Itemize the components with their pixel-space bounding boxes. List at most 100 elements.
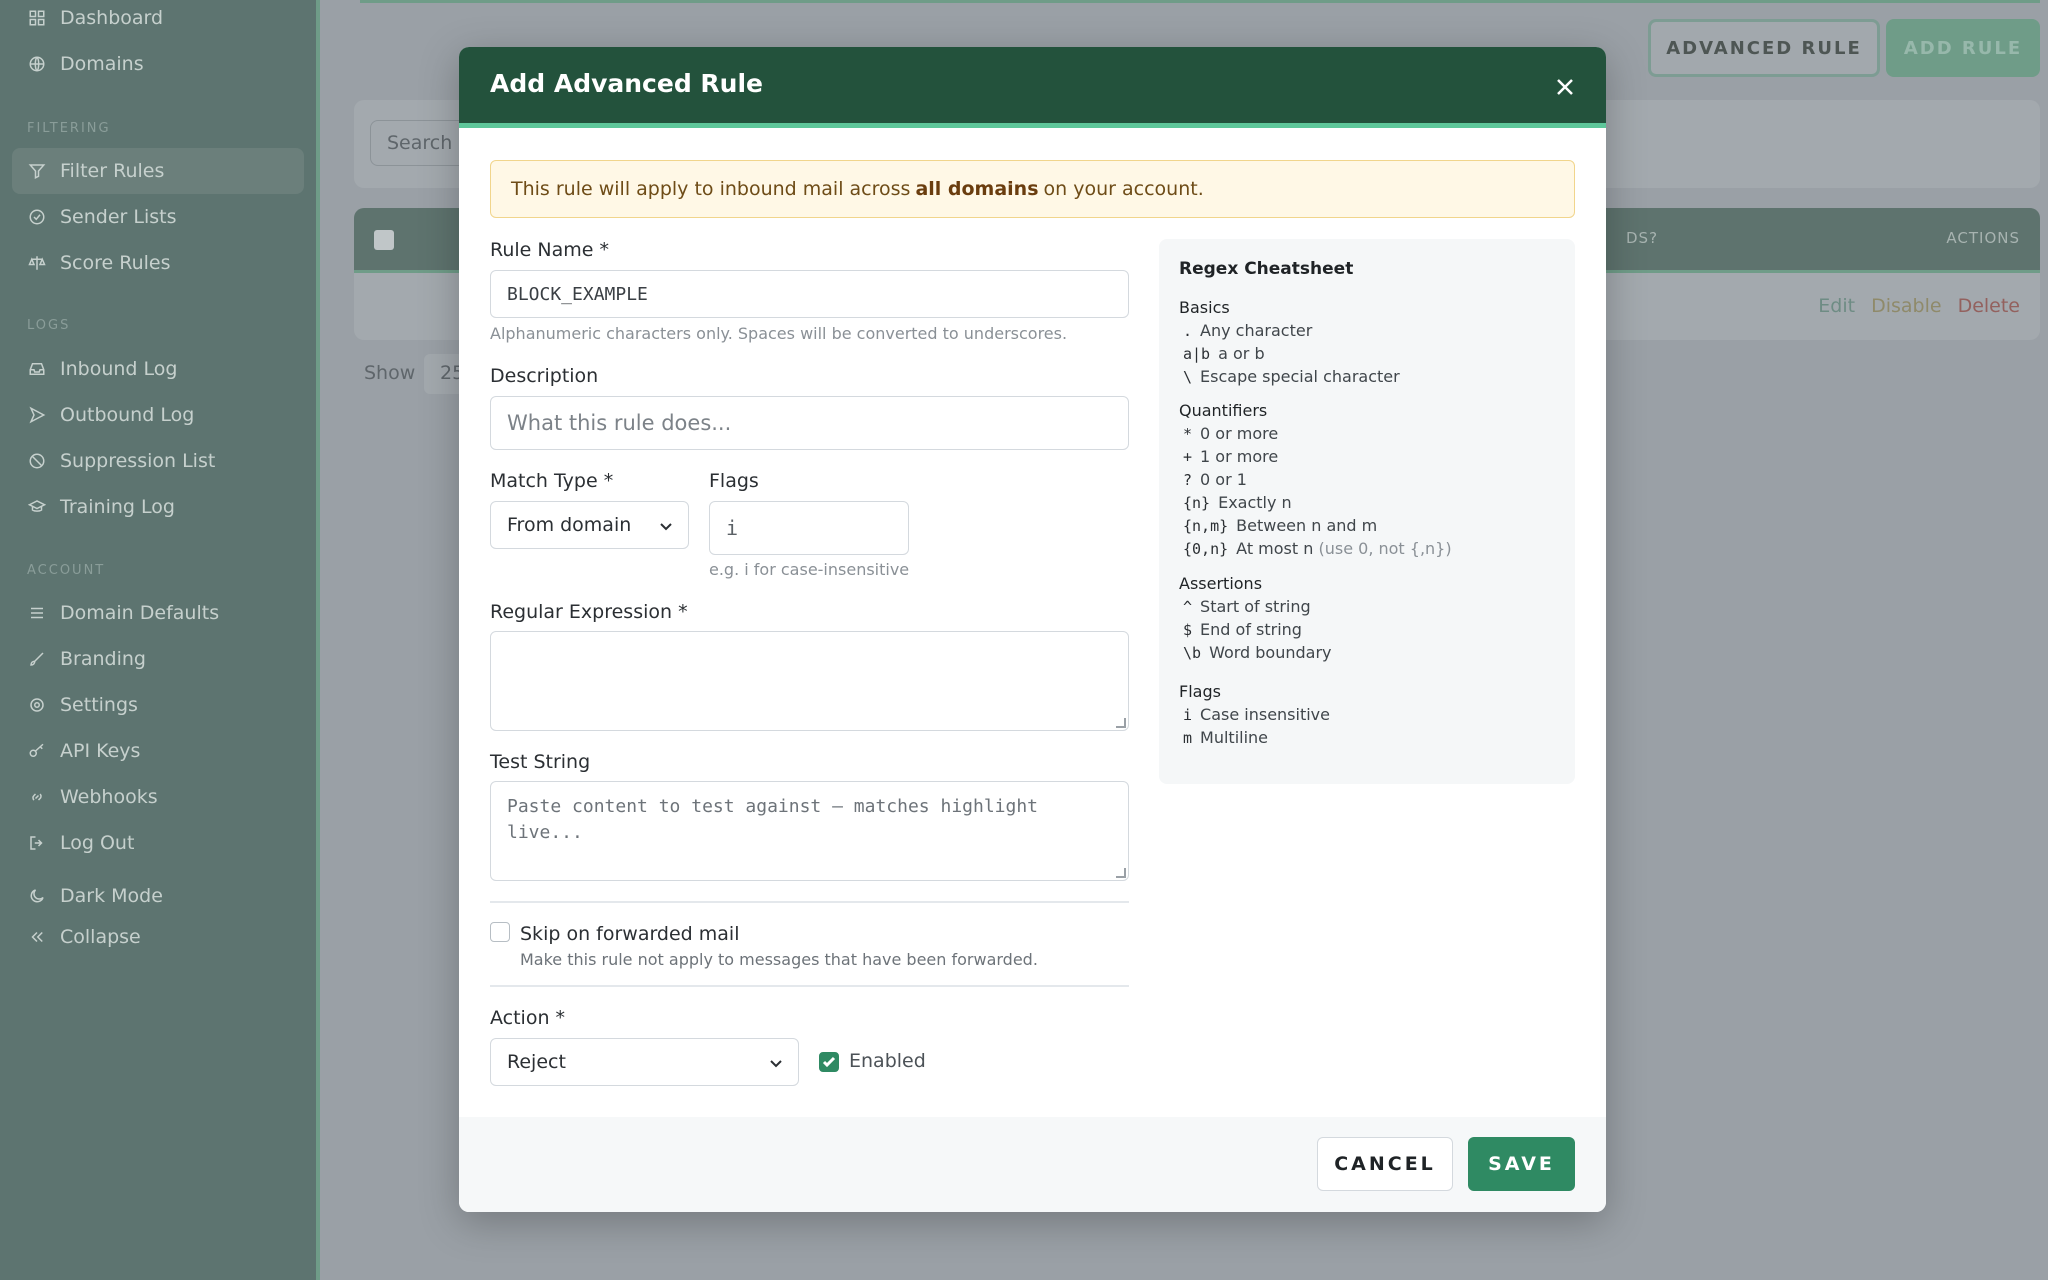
sidebar-section-filtering: FILTERING [27, 121, 111, 136]
sidebar-item-webhooks[interactable]: Webhooks [12, 774, 304, 820]
rule-name-input[interactable]: BLOCK_EXAMPLE [490, 270, 1129, 318]
sidebar-item-log-out[interactable]: Log Out [12, 820, 304, 866]
sidebar-item-label: Score Rules [60, 252, 171, 274]
action-select[interactable]: Reject [490, 1038, 799, 1086]
flags-hint: e.g. i for case-insensitive [709, 560, 910, 579]
sliders-icon [28, 604, 46, 622]
test-string-placeholder: Paste content to test against — matches … [507, 796, 1039, 843]
inbox-icon [28, 360, 46, 378]
sidebar-item-branding[interactable]: Branding [12, 636, 304, 682]
cheatsheet-item: ^ Start of string [1183, 597, 1311, 616]
flags-input[interactable]: i [709, 501, 909, 555]
moon-icon [28, 887, 46, 905]
gear-icon [28, 696, 46, 714]
check-circle-icon [28, 208, 46, 226]
cheatsheet-item: m Multiline [1183, 728, 1269, 747]
resize-handle[interactable] [1116, 718, 1126, 728]
resize-handle[interactable] [1116, 868, 1126, 878]
save-button[interactable]: SAVE [1468, 1137, 1575, 1191]
logout-icon [28, 834, 46, 852]
sidebar-item-filter-rules[interactable]: Filter Rules [12, 148, 304, 194]
action-value: Reject [507, 1051, 566, 1073]
cheatsheet-quantifiers-title: Quantifiers [1179, 401, 1268, 420]
cheatsheet-item: $ End of string [1183, 620, 1302, 639]
add-advanced-rule-modal: Add Advanced Rule This rule will apply t… [459, 47, 1606, 1212]
disable-link[interactable]: Disable [1871, 295, 1941, 317]
sidebar-item-inbound-log[interactable]: Inbound Log [12, 346, 304, 392]
sidebar-item-label: Dashboard [60, 7, 164, 29]
cheatsheet-title: Regex Cheatsheet [1179, 259, 1354, 279]
scale-icon [28, 254, 46, 272]
modal-header: Add Advanced Rule [459, 47, 1606, 128]
rule-name-label: Rule Name * [490, 239, 609, 261]
sidebar-item-label: Settings [60, 694, 138, 716]
regex-textarea[interactable] [490, 631, 1129, 731]
sidebar-item-api-keys[interactable]: API Keys [12, 728, 304, 774]
test-string-label: Test String [490, 751, 591, 773]
sidebar-item-label: Filter Rules [60, 160, 165, 182]
sidebar-item-outbound-log[interactable]: Outbound Log [12, 392, 304, 438]
select-all-checkbox[interactable] [374, 230, 394, 250]
flags-label: Flags [709, 470, 759, 492]
cheatsheet-item: +1 or more [1183, 447, 1279, 466]
delete-link[interactable]: Delete [1958, 295, 2020, 317]
skip-forwarded-checkbox[interactable] [490, 922, 510, 942]
cheatsheet-item: i Case insensitive [1183, 705, 1330, 724]
test-string-textarea[interactable]: Paste content to test against — matches … [490, 781, 1129, 881]
match-type-select[interactable]: From domain [490, 501, 689, 549]
sidebar-item-label: Domains [60, 53, 144, 75]
collapse-label: Collapse [60, 926, 141, 948]
chevron-down-icon [658, 517, 674, 533]
sidebar-item-dashboard[interactable]: Dashboard [12, 0, 304, 41]
divider [490, 901, 1129, 903]
cheatsheet-assertions-title: Assertions [1179, 574, 1263, 593]
sidebar-item-settings[interactable]: Settings [12, 682, 304, 728]
cheatsheet-item: {0,n} At most n (use 0, not {,n}) [1183, 539, 1452, 558]
sidebar-item-label: Domain Defaults [60, 602, 220, 624]
sidebar-item-score-rules[interactable]: Score Rules [12, 240, 304, 286]
sidebar-item-training-log[interactable]: Training Log [12, 484, 304, 530]
description-label: Description [490, 365, 599, 387]
row-actions: Edit Disable Delete [1818, 295, 2020, 317]
regex-label: Regular Expression * [490, 601, 688, 623]
column-header-ds: DS? [1626, 229, 1659, 247]
enabled-checkbox[interactable] [819, 1052, 839, 1072]
ban-icon [28, 452, 46, 470]
cancel-button[interactable]: CANCEL [1317, 1137, 1453, 1191]
add-rule-button[interactable]: ADD RULE [1886, 19, 2040, 77]
sidebar: Dashboard Domains FILTERING Filter Rules… [0, 0, 320, 1280]
sidebar-item-domain-defaults[interactable]: Domain Defaults [12, 590, 304, 636]
link-icon [28, 788, 46, 806]
modal-footer: CANCEL SAVE [459, 1117, 1606, 1212]
enabled-label: Enabled [849, 1050, 926, 1072]
send-icon [28, 406, 46, 424]
graduation-icon [28, 498, 46, 516]
sidebar-item-label: Branding [60, 648, 146, 670]
skip-forwarded-hint: Make this rule not apply to messages tha… [520, 950, 1038, 969]
description-input[interactable]: What this rule does... [490, 396, 1129, 450]
sidebar-item-sender-lists[interactable]: Sender Lists [12, 194, 304, 240]
match-type-value: From domain [507, 514, 632, 536]
close-icon [1557, 79, 1573, 95]
sidebar-item-label: Outbound Log [60, 404, 195, 426]
advanced-rule-button[interactable]: ADVANCED RULE [1648, 19, 1880, 77]
double-chevron-left-icon [28, 928, 46, 946]
close-button[interactable] [1552, 74, 1578, 100]
collapse-button[interactable]: Collapse [12, 914, 304, 960]
sidebar-item-suppression-list[interactable]: Suppression List [12, 438, 304, 484]
sidebar-item-label: Webhooks [60, 786, 158, 808]
check-icon [822, 1056, 836, 1068]
sidebar-item-domains[interactable]: Domains [12, 41, 304, 87]
cheatsheet-flags-title: Flags [1179, 682, 1221, 701]
column-header-actions: ACTIONS [1946, 229, 2020, 247]
sidebar-item-label: Suppression List [60, 450, 216, 472]
filter-icon [28, 162, 46, 180]
edit-link[interactable]: Edit [1818, 295, 1855, 317]
match-type-label: Match Type * [490, 470, 614, 492]
dark-mode-toggle[interactable]: Dark Mode [12, 873, 304, 919]
sidebar-item-label: Training Log [60, 496, 175, 518]
page-size-select[interactable]: 25 [424, 354, 464, 394]
cheatsheet-item: {n,m} Between n and m [1183, 516, 1378, 535]
sidebar-item-label: Sender Lists [60, 206, 177, 228]
cheatsheet-item: a|b a or b [1183, 344, 1265, 363]
